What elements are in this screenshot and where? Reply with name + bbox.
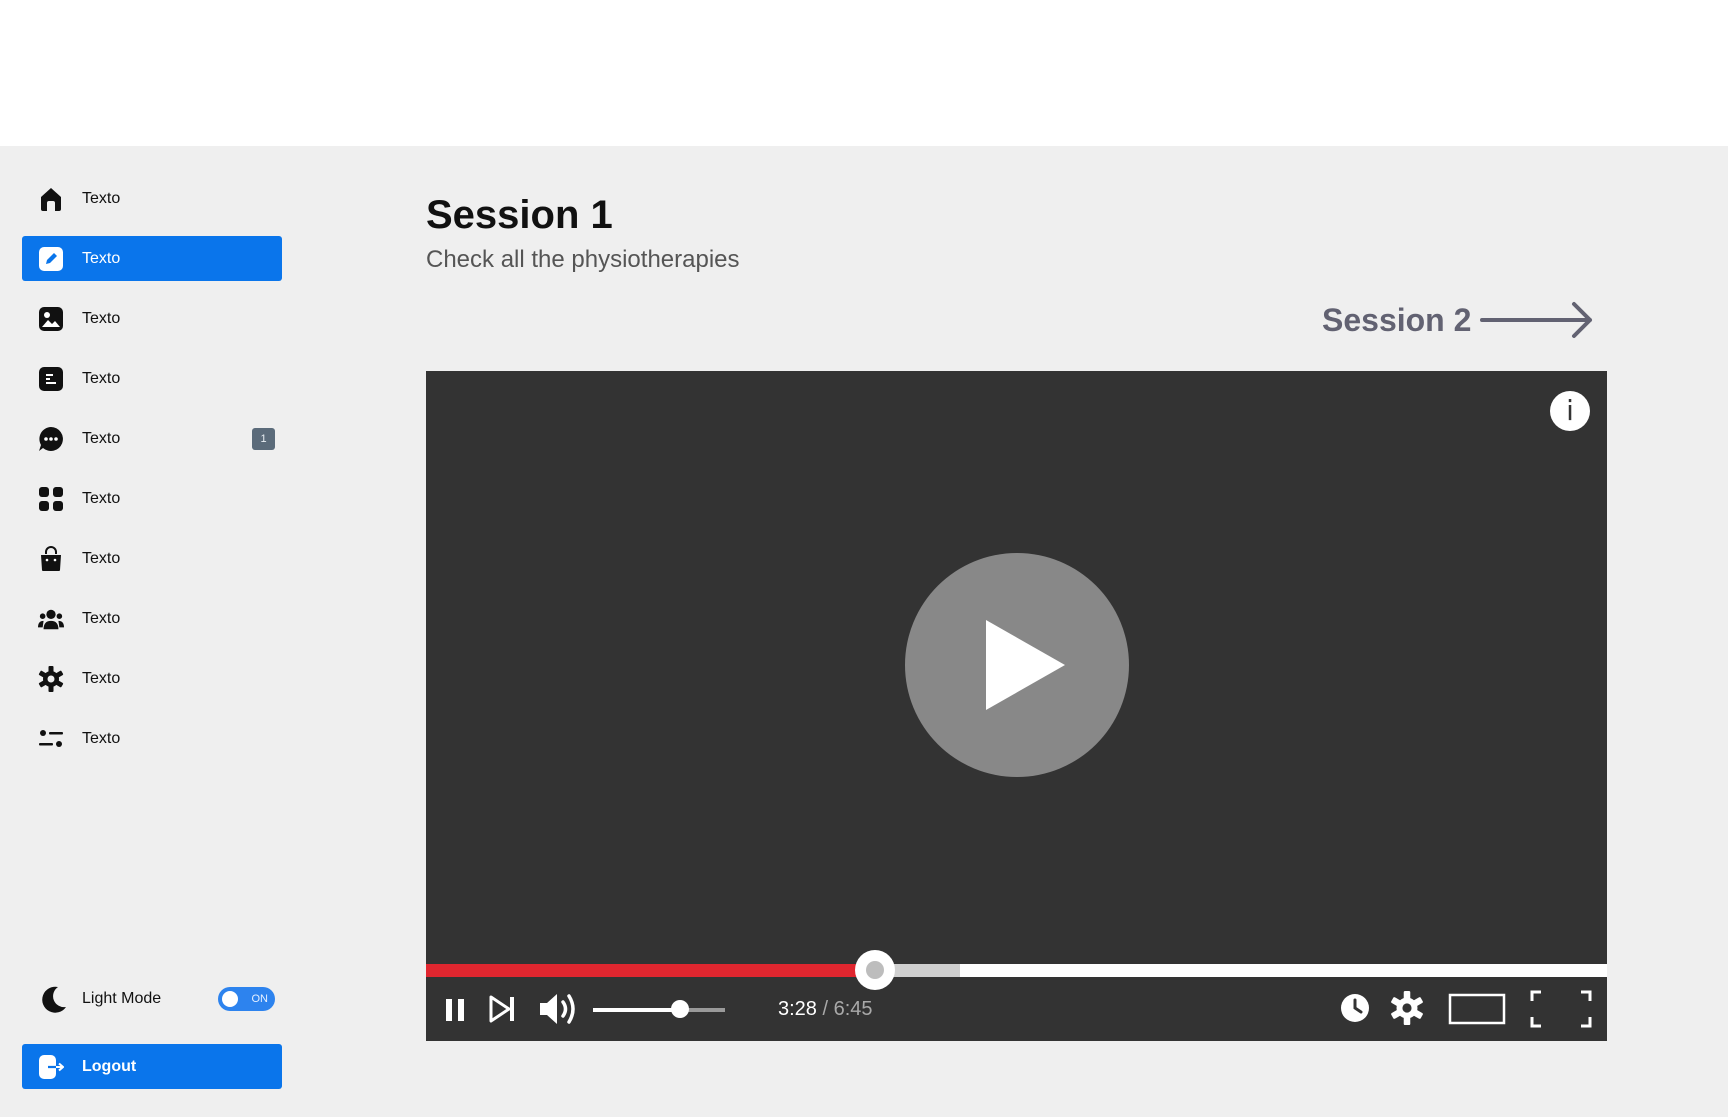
next-session-label: Session 2 — [1322, 302, 1472, 338]
sidebar-item-edit[interactable]: Texto — [22, 236, 282, 281]
logout-button[interactable]: Logout — [22, 1044, 282, 1089]
progress-bar[interactable] — [426, 964, 1607, 977]
chat-icon — [38, 426, 64, 452]
document-icon — [38, 366, 64, 392]
sidebar-item-label: Texto — [82, 250, 121, 267]
sliders-icon — [38, 726, 64, 752]
clock-icon[interactable] — [1340, 993, 1370, 1028]
sidebar-item-label: Texto — [82, 370, 121, 387]
logout-icon — [38, 1054, 64, 1080]
image-icon — [38, 306, 64, 332]
toggle-text: ON — [251, 993, 269, 1005]
progress-scrubber[interactable] — [855, 950, 895, 990]
sidebar-item-label: Texto — [82, 490, 121, 507]
edit-icon — [38, 246, 64, 272]
sidebar-item-document[interactable]: Texto — [22, 356, 282, 401]
shopping-bag-icon — [38, 546, 64, 572]
sidebar-item-shop[interactable]: Texto — [22, 536, 282, 581]
info-icon[interactable]: i — [1550, 391, 1590, 431]
users-icon — [38, 606, 64, 632]
video-player[interactable]: i 3:28 / 6:45 — [426, 371, 1607, 1041]
play-button[interactable] — [905, 553, 1129, 777]
theater-mode-icon[interactable] — [1448, 992, 1506, 1031]
gear-icon — [38, 666, 64, 692]
home-icon — [38, 186, 64, 212]
progress-played — [426, 964, 875, 977]
sidebar-item-label: Texto — [82, 310, 121, 327]
sidebar-item-label: Texto — [82, 610, 121, 627]
time-display: 3:28 / 6:45 — [778, 996, 873, 1022]
next-session-link[interactable]: Session 2 — [1322, 296, 1598, 344]
sidebar-item-label: Texto — [82, 730, 121, 747]
sidebar-item-label: Texto — [82, 670, 121, 687]
skip-next-icon[interactable] — [488, 992, 518, 1031]
light-mode-row: Light Mode ON — [22, 980, 282, 1018]
arrow-right-icon — [1480, 300, 1596, 345]
page-title: Session 1 — [426, 193, 613, 237]
sidebar-item-grid[interactable]: Texto — [22, 476, 282, 521]
time-separator: / — [816, 998, 834, 1020]
current-time: 3:28 — [778, 998, 817, 1020]
notification-badge: 1 — [252, 428, 275, 450]
sidebar-item-filters[interactable]: Texto — [22, 716, 282, 761]
volume-icon[interactable] — [538, 991, 580, 1032]
light-mode-toggle[interactable]: ON — [218, 987, 275, 1011]
pause-icon[interactable] — [443, 992, 469, 1031]
volume-level — [593, 1008, 680, 1012]
play-icon — [986, 620, 1065, 710]
volume-slider[interactable] — [593, 1008, 725, 1012]
grid-icon — [38, 486, 64, 512]
sidebar-item-label: Texto — [82, 550, 121, 567]
fullscreen-icon[interactable] — [1529, 989, 1593, 1034]
sidebar-item-label: Texto — [82, 430, 121, 447]
toggle-knob — [222, 991, 238, 1007]
sidebar-item-label: Texto — [82, 190, 121, 207]
sidebar-item-users[interactable]: Texto — [22, 596, 282, 641]
duration: 6:45 — [833, 998, 873, 1020]
sidebar-item-image[interactable]: Texto — [22, 296, 282, 341]
settings-icon[interactable] — [1390, 991, 1424, 1030]
light-mode-label: Light Mode — [82, 990, 162, 1007]
volume-handle[interactable] — [671, 1000, 689, 1018]
page-subtitle: Check all the physiotherapies — [426, 246, 740, 273]
sidebar-item-chat[interactable]: Texto 1 — [22, 416, 282, 461]
sidebar-item-settings[interactable]: Texto — [22, 656, 282, 701]
moon-icon — [38, 985, 68, 1015]
sidebar-item-home[interactable]: Texto — [22, 176, 282, 221]
top-bar — [0, 0, 1728, 146]
logout-label: Logout — [82, 1058, 137, 1075]
